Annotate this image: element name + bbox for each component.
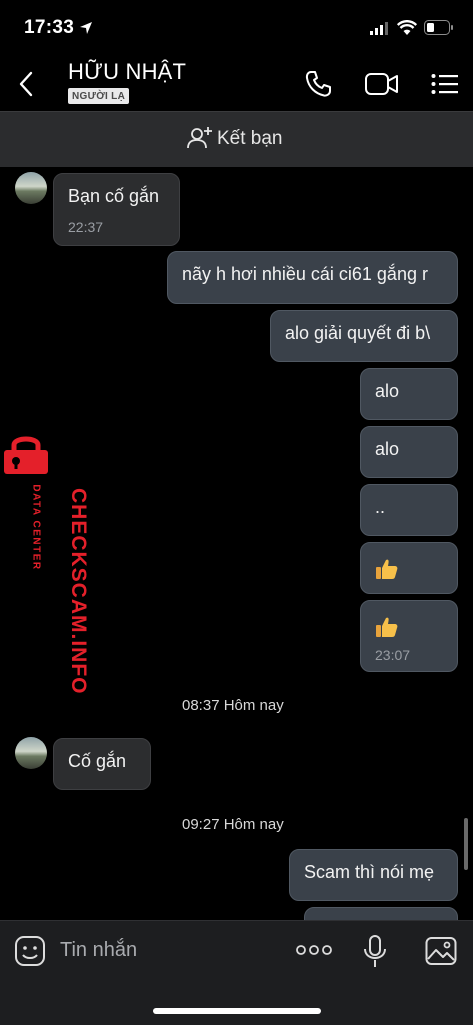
status-time: 17:33 bbox=[24, 17, 75, 38]
message-bubble-sent[interactable]: alo giải quyết đi b\ bbox=[270, 310, 458, 362]
contact-avatar[interactable] bbox=[15, 172, 47, 204]
thumbs-up-icon bbox=[376, 617, 398, 637]
contact-name[interactable]: HỮU NHẬT bbox=[68, 59, 186, 85]
watermark-main: CHECKSCAM.INFO bbox=[67, 488, 90, 695]
wifi-icon bbox=[397, 20, 417, 35]
back-arrow-icon[interactable] bbox=[16, 70, 38, 98]
message-bubble-received[interactable]: Bạn cố gắn 22:37 bbox=[53, 173, 180, 246]
date-separator: 08:37 Hôm nay bbox=[182, 697, 284, 714]
message-text: Cố gắn bbox=[68, 751, 127, 771]
message-bubble-received[interactable]: Cố gắn bbox=[53, 738, 151, 790]
home-indicator[interactable] bbox=[153, 1008, 321, 1014]
add-friend-icon[interactable] bbox=[187, 126, 213, 150]
contact-avatar[interactable] bbox=[15, 737, 47, 769]
message-bubble-sent[interactable]: .. bbox=[360, 484, 458, 536]
message-text: nãy h hơi nhiều cái ci61 gắng r bbox=[182, 264, 428, 284]
message-input[interactable]: Tin nhắn bbox=[60, 939, 137, 962]
image-gallery-icon[interactable] bbox=[425, 936, 457, 966]
stranger-badge: NGƯỜI LẠ bbox=[68, 88, 130, 104]
message-text: alo giải quyết đi b\ bbox=[285, 323, 431, 343]
microphone-icon[interactable] bbox=[363, 935, 387, 969]
message-bubble-sent[interactable] bbox=[360, 542, 458, 594]
message-time: 23:07 bbox=[375, 647, 411, 663]
phone-call-icon[interactable] bbox=[305, 70, 333, 98]
message-text: alo bbox=[375, 381, 400, 401]
video-call-icon[interactable] bbox=[365, 71, 399, 97]
thumbs-up-icon bbox=[376, 559, 398, 579]
more-options-icon[interactable] bbox=[296, 942, 332, 958]
message-text: .. bbox=[375, 497, 386, 517]
message-bubble-sent[interactable]: Scam thì nói mẹ bbox=[289, 849, 458, 901]
battery-icon bbox=[424, 20, 453, 35]
scrollbar[interactable] bbox=[464, 818, 468, 870]
message-text: Bạn cố gắn bbox=[68, 186, 160, 206]
message-bubble-sent[interactable]: 23:07 bbox=[360, 600, 458, 672]
message-text: alo bbox=[375, 439, 400, 459]
message-text: Scam thì nói mẹ bbox=[304, 862, 435, 882]
message-bubble-sent[interactable]: alo bbox=[360, 368, 458, 420]
message-bubble-sent[interactable]: alo bbox=[360, 426, 458, 478]
add-friend-label[interactable]: Kết bạn bbox=[217, 128, 283, 150]
cellular-signal-icon bbox=[370, 22, 388, 35]
date-separator: 09:27 Hôm nay bbox=[182, 816, 284, 833]
location-arrow-icon bbox=[80, 22, 92, 34]
watermark-sub: DATA CENTER bbox=[30, 484, 42, 571]
message-bubble-sent[interactable]: nãy h hơi nhiều cái ci61 gắng r bbox=[167, 251, 458, 304]
menu-list-icon[interactable] bbox=[431, 73, 459, 95]
message-time: 22:37 bbox=[68, 219, 104, 235]
lock-logo-icon bbox=[4, 436, 48, 474]
sticker-emoji-icon[interactable] bbox=[14, 935, 46, 967]
